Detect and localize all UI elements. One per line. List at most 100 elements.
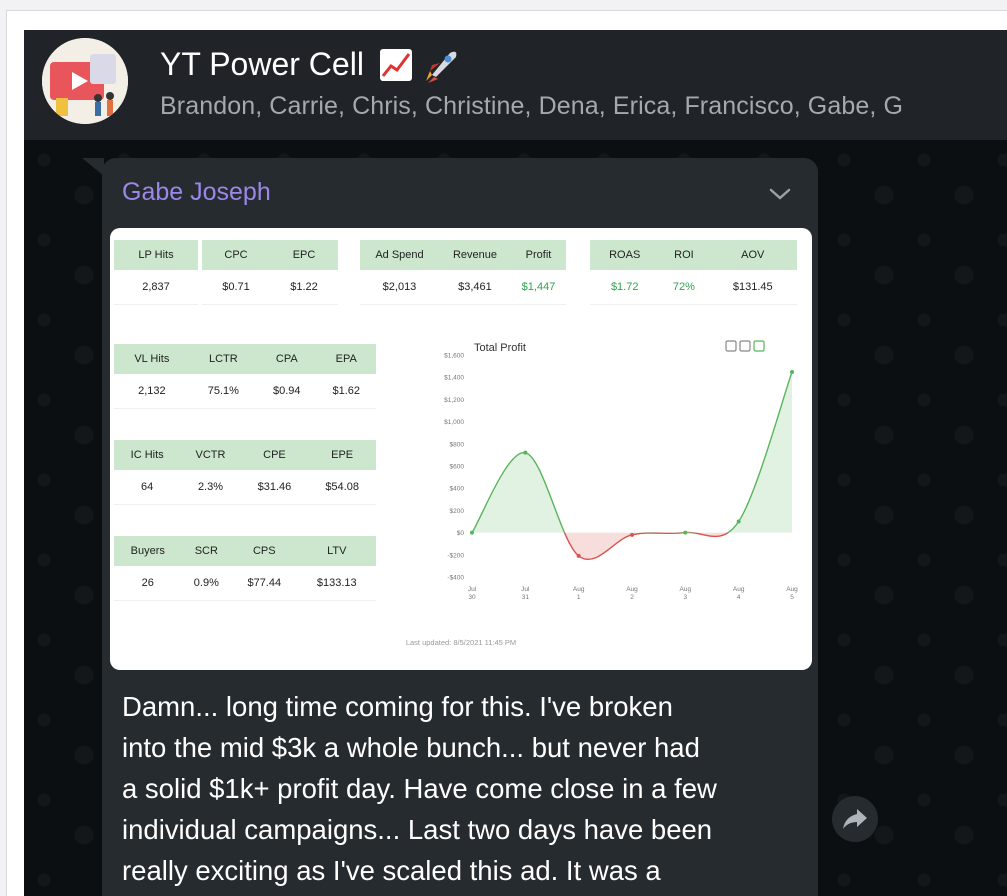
metric-header-row: LP Hits — [114, 240, 198, 270]
data-point — [523, 450, 528, 455]
rocket-icon — [425, 51, 457, 83]
data-point — [630, 532, 634, 537]
metric-header: AOV — [708, 240, 797, 270]
metric-header: ROAS — [590, 240, 660, 270]
chat-title: YT Power Cell — [160, 44, 462, 85]
metric-header: SCR — [181, 536, 232, 566]
calendar-icon — [725, 340, 737, 352]
metric-header: Buyers — [114, 536, 182, 566]
y-tick-label: -$400 — [447, 575, 464, 582]
calendar-icon — [753, 340, 765, 352]
metric-value: $1,447 — [510, 270, 566, 305]
metric-header: VCTR — [180, 440, 241, 470]
chart-title: Total Profit — [474, 342, 526, 354]
chat-header[interactable]: YT Power Cell Brandon, Carrie, Chris, Ch… — [24, 30, 1007, 140]
metric-header-row: Ad Spend Revenue Profit — [360, 240, 566, 270]
metric-header: IC Hits — [114, 440, 181, 470]
dashboard-image[interactable]: LP Hits 2,837 CPC EPC $0.71 $1.22 Ad Spend Re… — [110, 228, 812, 670]
metric-value-row: 26 0.9% $77.44 $133.13 — [114, 566, 376, 601]
metric-value-row: $0.71 $1.22 — [202, 270, 338, 305]
message-line: into the mid $3k a whole bunch... but ne… — [122, 732, 700, 763]
message-line: individual campaigns... Last two days ha… — [122, 814, 713, 845]
metric-value: $31.46 — [240, 470, 309, 505]
profit-area-positive — [472, 371, 792, 533]
metric-table-buyers: Buyers SCR CPS LTV 26 0.9% $77.44 $133.13 — [114, 536, 376, 601]
y-tick-label: $600 — [450, 464, 465, 471]
metric-table-roas: ROAS ROI AOV $1.72 72% $131.45 — [590, 240, 797, 305]
metric-value: $0.71 — [202, 270, 270, 305]
sender-name[interactable]: Gabe Joseph — [122, 178, 271, 207]
metric-header: LP Hits — [114, 240, 198, 270]
metric-header: LTV — [297, 536, 376, 566]
message-line: a solid $1k+ profit day. Have come close… — [122, 773, 717, 804]
data-point — [736, 519, 741, 524]
metric-value-row: 64 2.3% $31.46 $54.08 — [114, 470, 376, 505]
metric-value: 0.9% — [181, 566, 232, 601]
data-point — [790, 369, 794, 374]
data-point — [683, 530, 688, 535]
metric-header: ROI — [659, 240, 709, 270]
y-tick-label: $1,200 — [444, 397, 464, 404]
metric-header: EPC — [270, 240, 338, 270]
metric-header: VL Hits — [114, 344, 190, 374]
x-tick-label: Aug — [626, 586, 638, 593]
metric-header-row: IC Hits VCTR CPE EPE — [114, 440, 376, 470]
x-tick-label: Jul — [521, 586, 530, 593]
metric-value-row: $2,013 $3,461 $1,447 — [360, 270, 566, 305]
metric-value: $1.22 — [270, 270, 338, 305]
y-tick-label: $1,400 — [444, 375, 464, 382]
calendar-icon — [739, 340, 751, 352]
metric-header: Profit — [510, 240, 566, 270]
metric-header-row: VL Hits LCTR CPA EPA — [114, 344, 376, 374]
metric-value: 2.3% — [180, 470, 241, 505]
total-profit-chart: Total Profit $1,600 $1,400 $1,200 $1,000 $800… — [444, 340, 798, 601]
data-point — [576, 553, 581, 558]
message-text: Damn... long time coming for this. I've … — [122, 686, 822, 891]
metric-header-row: ROAS ROI AOV — [590, 240, 797, 270]
metric-table-spend: Ad Spend Revenue Profit $2,013 $3,461 $1,447 — [360, 240, 566, 305]
metric-value: $133.13 — [297, 566, 376, 601]
message-line: Damn... long time coming for this. I've … — [122, 691, 673, 722]
y-tick-label: $0 — [457, 530, 465, 537]
metric-value-row: $1.72 72% $131.45 — [590, 270, 797, 305]
metric-header: EPA — [316, 344, 376, 374]
metric-header: Ad Spend — [360, 240, 439, 270]
metric-value: 26 — [114, 566, 182, 601]
group-avatar[interactable] — [42, 38, 128, 124]
y-tick-label: $800 — [450, 441, 465, 448]
x-tick-label: Aug — [733, 586, 745, 593]
metric-value: $131.45 — [708, 270, 797, 305]
telegram-window: YT Power Cell Brandon, Carrie, Chris, Ch… — [24, 30, 1007, 896]
data-point — [470, 530, 474, 535]
metric-header: CPE — [240, 440, 309, 470]
metric-value: $1.72 — [590, 270, 660, 305]
metric-value: $1.62 — [316, 374, 376, 409]
x-tick-label: 30 — [468, 594, 476, 601]
metric-table-vl: VL Hits LCTR CPA EPA 2,132 75.1% $0.94 $1.62 — [114, 344, 376, 409]
metric-value: $3,461 — [438, 270, 511, 305]
x-tick-label: Jul — [468, 586, 477, 593]
x-tick-label: Aug — [786, 586, 798, 593]
metric-value: 2,132 — [114, 374, 190, 409]
metric-header: CPS — [231, 536, 298, 566]
metric-value: 64 — [114, 470, 181, 505]
x-tick-label: 31 — [522, 594, 530, 601]
metric-value: 72% — [659, 270, 709, 305]
forward-icon — [843, 809, 867, 829]
y-tick-label: $1,000 — [444, 419, 464, 426]
y-tick-label: $400 — [450, 486, 465, 493]
metric-value: $77.44 — [231, 566, 298, 601]
metric-header: EPE — [308, 440, 376, 470]
metric-header-row: Buyers SCR CPS LTV — [114, 536, 376, 566]
chart-increasing-icon — [379, 48, 412, 81]
metric-value: $54.08 — [308, 470, 376, 505]
forward-button[interactable] — [832, 796, 878, 842]
member-list: Brandon, Carrie, Chris, Christine, Dena,… — [160, 92, 903, 120]
x-tick-label: 2 — [630, 594, 634, 601]
metric-header: CPC — [202, 240, 270, 270]
message-line: really exciting as I've scaled this ad. … — [122, 855, 661, 886]
metric-table-ic: IC Hits VCTR CPE EPE 64 2.3% $31.46 $54.08 — [114, 440, 376, 505]
chevron-down-icon[interactable] — [768, 182, 792, 206]
x-tick-label: 5 — [790, 594, 794, 601]
metric-value-row: 2,132 75.1% $0.94 $1.62 — [114, 374, 376, 409]
